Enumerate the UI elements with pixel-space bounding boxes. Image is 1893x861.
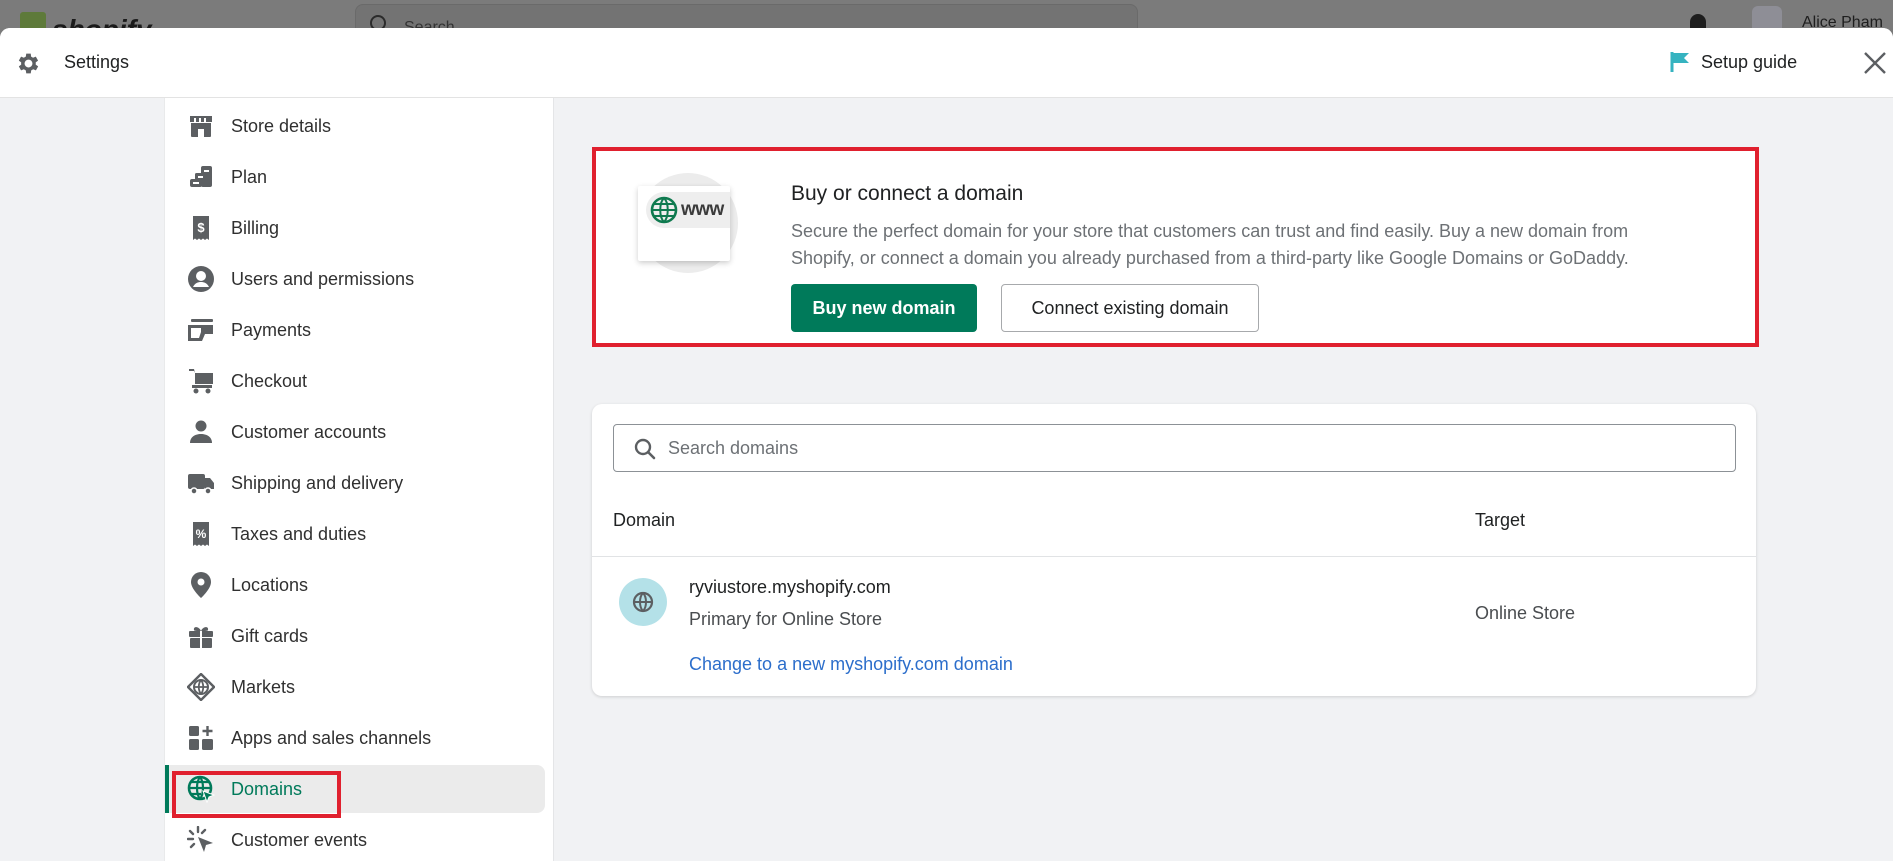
location-pin-icon (187, 571, 215, 599)
sidebar-item-label: Gift cards (231, 625, 309, 646)
sidebar-item-label: Domains (231, 778, 303, 799)
admin-search-bar: Search (355, 4, 1138, 28)
promo-description: Secure the perfect domain for your store… (791, 221, 1629, 268)
sidebar-item-domains[interactable]: Domains (165, 765, 545, 813)
sidebar-item-label: Customer events (231, 829, 368, 850)
tax-receipt-icon: % (187, 520, 215, 548)
page-title: Settings (64, 52, 130, 72)
shopify-bag-icon (20, 12, 46, 28)
domain-subtitle: Primary for Online Store (689, 609, 883, 629)
column-header-target: Target (1475, 510, 1526, 530)
sidebar-item-apps-and-sales-channels[interactable]: Apps and sales channels (165, 714, 545, 762)
sidebar-item-store-details[interactable]: Store details (165, 102, 545, 150)
change-myshopify-domain-link[interactable]: Change to a new myshopify.com domain (689, 654, 1013, 675)
svg-text:$: $ (197, 220, 205, 235)
admin-search-placeholder: Search (404, 19, 455, 28)
sidebar-item-plan[interactable]: Plan (165, 153, 545, 201)
apps-icon (187, 724, 215, 752)
search-icon (634, 438, 656, 460)
globe-icon (632, 591, 654, 613)
svg-text:%: % (196, 527, 207, 541)
setup-guide-button[interactable]: Setup guide (1669, 50, 1797, 74)
search-domains-field[interactable] (613, 424, 1736, 472)
shopify-logo-text: shopify (52, 16, 152, 29)
sidebar-item-label: Customer accounts (231, 421, 387, 442)
gear-icon (18, 53, 39, 74)
search-domains-input[interactable] (668, 433, 1718, 463)
shopify-logo: shopify (20, 8, 152, 28)
settings-sidebar: Store details Plan $ Billing Users and p… (164, 98, 554, 861)
www-text: www (681, 199, 724, 220)
connect-existing-domain-button[interactable]: Connect existing domain (1001, 284, 1259, 332)
person-icon (187, 418, 215, 446)
admin-topbar-dimmed: shopify Search Alice Pham (0, 0, 1893, 28)
sidebar-item-markets[interactable]: Markets (165, 663, 545, 711)
sidebar-item-label: Locations (231, 574, 309, 595)
table-row: ryviustore.myshopify.com Primary for Onl… (592, 557, 1756, 696)
search-icon (370, 15, 386, 28)
domain-target: Online Store (1475, 603, 1576, 623)
sidebar-item-label: Checkout (231, 370, 308, 391)
sidebar-item-label: Markets (231, 676, 296, 697)
payments-icon (187, 316, 215, 344)
sidebar-item-customer-accounts[interactable]: Customer accounts (165, 408, 545, 456)
cart-icon (187, 367, 215, 395)
sidebar-item-label: Shipping and delivery (231, 472, 404, 493)
globe-cursor-icon (187, 775, 215, 803)
sidebar-item-label: Plan (231, 166, 268, 187)
gift-icon (187, 622, 215, 650)
settings-modal: Settings Setup guide Store details Plan (0, 28, 1893, 861)
notification-bell-icon (1690, 14, 1706, 28)
sidebar-item-checkout[interactable]: Checkout (165, 357, 545, 405)
promo-title: Buy or connect a domain (791, 182, 1024, 205)
sidebar-item-shipping-and-delivery[interactable]: Shipping and delivery (165, 459, 545, 507)
buy-or-connect-domain-card: www Buy or connect a domain Secure the p… (592, 147, 1759, 347)
user-name: Alice Pham (1802, 14, 1883, 28)
column-header-domain: Domain (613, 510, 676, 530)
sidebar-item-customer-events[interactable]: Customer events (165, 816, 545, 861)
sidebar-item-locations[interactable]: Locations (165, 561, 545, 609)
domains-list-card: Domain Target ryviustore.myshopify.com P… (592, 404, 1756, 696)
domain-avatar (619, 578, 667, 626)
sidebar-item-label: Taxes and duties (231, 523, 367, 544)
flag-icon (1670, 52, 1689, 72)
domain-name[interactable]: ryviustore.myshopify.com (689, 577, 891, 598)
sidebar-item-label: Apps and sales channels (231, 727, 432, 748)
cursor-click-icon (187, 826, 215, 854)
sidebar-item-label: Store details (231, 115, 332, 136)
setup-guide-label: Setup guide (1701, 51, 1798, 72)
www-illustration: www (638, 173, 738, 273)
sidebar-item-label: Billing (231, 217, 280, 238)
sidebar-item-label: Payments (231, 319, 312, 340)
sidebar-item-label: Users and permissions (231, 268, 415, 289)
user-avatar (1752, 6, 1782, 28)
store-icon (187, 112, 215, 140)
billing-receipt-icon: $ (187, 214, 215, 242)
close-icon[interactable] (1862, 50, 1888, 76)
user-circle-icon (187, 265, 215, 293)
globe-icon (650, 196, 678, 224)
sidebar-item-taxes-and-duties[interactable]: % Taxes and duties (165, 510, 545, 558)
illustration-pill: www (646, 192, 730, 228)
globe-markets-icon (187, 673, 215, 701)
sidebar-item-gift-cards[interactable]: Gift cards (165, 612, 545, 660)
plan-icon (187, 163, 215, 191)
sidebar-item-billing[interactable]: $ Billing (165, 204, 545, 252)
buy-new-domain-button[interactable]: Buy new domain (791, 284, 977, 332)
truck-icon (187, 469, 215, 497)
sidebar-item-payments[interactable]: Payments (165, 306, 545, 354)
sidebar-item-users-and-permissions[interactable]: Users and permissions (165, 255, 545, 303)
settings-header: Settings Setup guide (0, 28, 1893, 98)
